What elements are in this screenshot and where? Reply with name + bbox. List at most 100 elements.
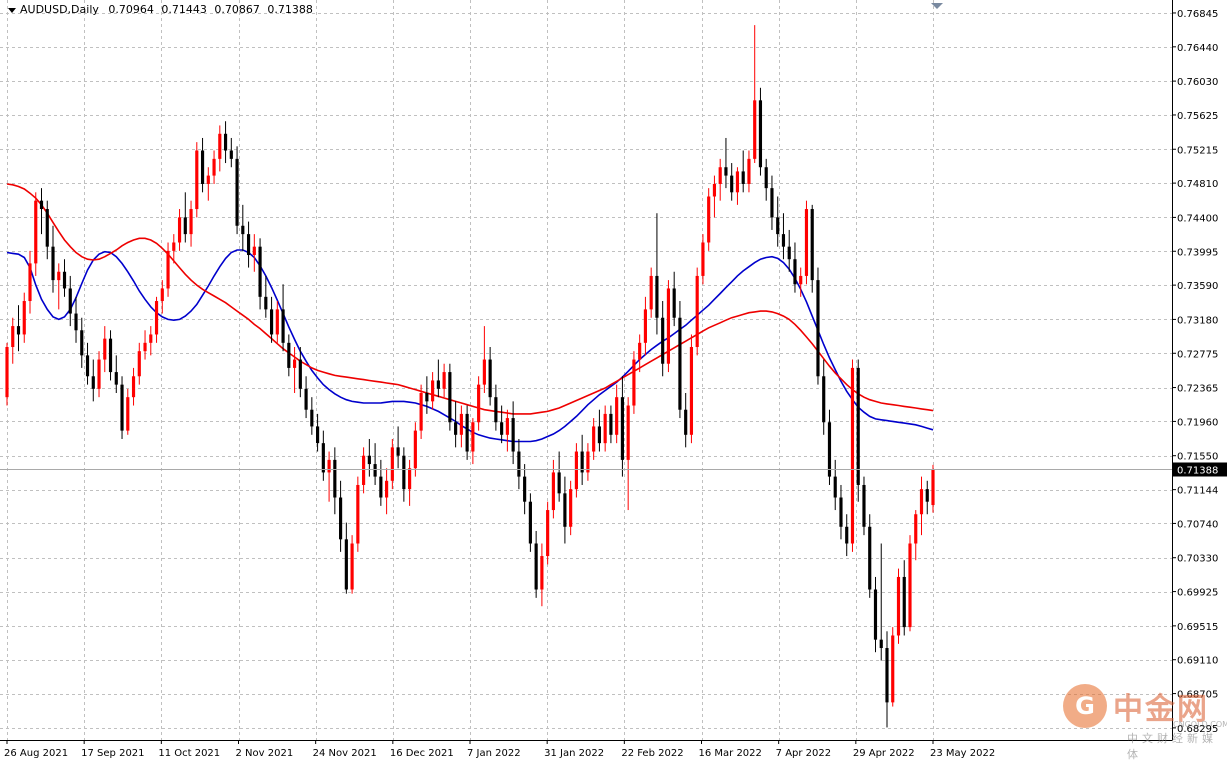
candle-body bbox=[413, 430, 417, 469]
candle-body bbox=[316, 426, 320, 444]
candle-body bbox=[666, 288, 671, 364]
candle-body bbox=[494, 397, 498, 423]
candle-body bbox=[735, 171, 740, 193]
candle-body bbox=[827, 422, 832, 477]
candle-body bbox=[856, 367, 860, 485]
candle-body bbox=[373, 464, 377, 477]
candle-body bbox=[787, 246, 791, 260]
low-value: 0.70867 bbox=[214, 3, 260, 16]
candle-body bbox=[845, 526, 849, 544]
candle-body bbox=[264, 296, 268, 310]
candle-body bbox=[776, 217, 780, 235]
candle-body bbox=[482, 359, 486, 385]
candle-body bbox=[689, 347, 694, 435]
price-tick-label: 0.73590 bbox=[1177, 281, 1218, 292]
chart-shift-marker-icon[interactable] bbox=[931, 3, 943, 9]
candle-body bbox=[540, 556, 544, 590]
candle-body bbox=[235, 158, 239, 226]
candle-body bbox=[804, 209, 809, 276]
candle-body bbox=[419, 392, 423, 431]
candle-body bbox=[57, 271, 61, 281]
candle-body bbox=[172, 242, 176, 251]
candle-body bbox=[546, 510, 550, 557]
candle-body bbox=[252, 246, 256, 256]
price-tick-label: 0.73180 bbox=[1177, 315, 1218, 326]
time-tick-label: 2 Nov 2021 bbox=[236, 748, 294, 759]
candle-body bbox=[131, 376, 136, 398]
candle-body bbox=[672, 288, 676, 318]
time-tick-label: 22 Feb 2022 bbox=[621, 748, 683, 759]
candle-body bbox=[885, 648, 889, 703]
candle-body bbox=[177, 217, 182, 243]
candle-body bbox=[183, 217, 187, 235]
candle-body bbox=[517, 451, 521, 477]
candle-body bbox=[810, 209, 814, 281]
price-tick-label: 0.69515 bbox=[1177, 622, 1218, 633]
candle-body bbox=[51, 246, 55, 281]
candle-body bbox=[22, 301, 26, 335]
candle-body bbox=[11, 326, 15, 348]
candle-body bbox=[563, 493, 567, 527]
price-tick-label: 0.68295 bbox=[1177, 724, 1218, 735]
candle-body bbox=[287, 342, 291, 368]
candle-body bbox=[143, 342, 147, 352]
candle-body bbox=[477, 384, 481, 423]
candle-body bbox=[632, 359, 636, 406]
candle-body bbox=[344, 539, 348, 590]
candle-body bbox=[678, 317, 682, 410]
candle-body bbox=[684, 409, 688, 435]
chart-window: 0.76845 0.76440 0.76030 0.75625 0.75215 0.748… bbox=[0, 0, 1227, 762]
candle-body bbox=[362, 455, 366, 485]
price-tick-label: 0.70740 bbox=[1177, 519, 1218, 530]
candle-body bbox=[108, 338, 113, 373]
candle-body bbox=[615, 397, 619, 435]
candles bbox=[0, 25, 1172, 728]
candle-body bbox=[551, 472, 555, 511]
candle-body bbox=[839, 497, 843, 527]
candle-body bbox=[896, 576, 901, 636]
candle-body bbox=[339, 497, 343, 540]
current-price-badge: 0.71388 bbox=[1173, 462, 1227, 477]
candle-body bbox=[465, 413, 469, 452]
price-tick-label: 0.76845 bbox=[1177, 9, 1218, 20]
candle-body bbox=[528, 501, 532, 544]
candle-body bbox=[454, 422, 458, 435]
candle-body bbox=[459, 413, 463, 435]
price-tick-label: 0.74400 bbox=[1177, 213, 1218, 224]
candle-body bbox=[281, 309, 285, 343]
price-tick-label: 0.73995 bbox=[1177, 247, 1218, 258]
candle-body bbox=[166, 250, 170, 289]
candle-body bbox=[609, 413, 613, 435]
candle-body bbox=[431, 380, 435, 402]
candle-body bbox=[701, 242, 705, 276]
candle-body bbox=[448, 372, 452, 423]
candle-body bbox=[206, 175, 210, 184]
candle-body bbox=[523, 476, 527, 502]
candle-body bbox=[747, 158, 751, 184]
price-tick-label: 0.76030 bbox=[1177, 77, 1218, 88]
price-chart[interactable]: 0.76845 0.76440 0.76030 0.75625 0.75215 0.748… bbox=[0, 0, 1227, 762]
candle-body bbox=[557, 472, 561, 494]
candle-body bbox=[292, 359, 297, 368]
price-tick-label: 0.71960 bbox=[1177, 417, 1218, 428]
candle-body bbox=[724, 167, 728, 176]
candle-body bbox=[160, 288, 164, 302]
candle-body bbox=[74, 313, 78, 331]
candle-body bbox=[758, 100, 763, 168]
candle-body bbox=[931, 469, 935, 506]
candle-body bbox=[919, 489, 924, 515]
time-tick-label: 31 Jan 2022 bbox=[544, 748, 604, 759]
close-value: 0.71388 bbox=[267, 3, 313, 16]
open-value: 0.70964 bbox=[108, 3, 154, 16]
candle-body bbox=[97, 359, 101, 389]
candle-body bbox=[626, 405, 630, 460]
candle-body bbox=[505, 418, 509, 435]
candle-body bbox=[597, 426, 601, 444]
candle-body bbox=[85, 355, 90, 377]
candle-body bbox=[91, 376, 95, 389]
candle-body bbox=[816, 280, 820, 377]
candle-body bbox=[34, 200, 38, 264]
candle-body bbox=[28, 263, 32, 302]
candle-body bbox=[741, 171, 745, 184]
dropdown-triangle-icon[interactable] bbox=[8, 7, 16, 13]
